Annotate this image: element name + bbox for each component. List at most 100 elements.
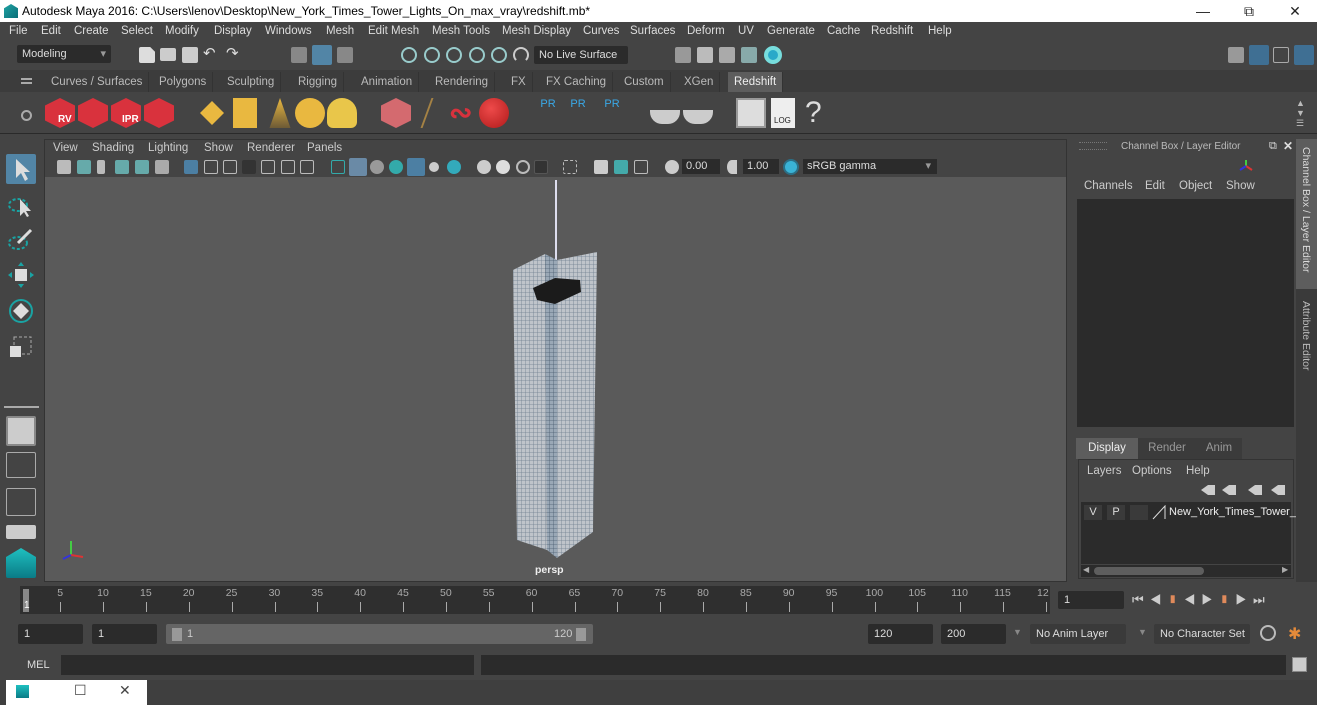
shelf-tab-rigging[interactable]: Rigging bbox=[292, 72, 344, 92]
go-to-end-icon[interactable]: ⏭ bbox=[1253, 592, 1271, 607]
current-frame-field[interactable]: 1 bbox=[1058, 591, 1124, 609]
chevron-down-icon[interactable]: ▼ bbox=[1138, 627, 1147, 637]
layer-color-swatch[interactable] bbox=[1152, 504, 1166, 520]
gamma-field[interactable]: 1.00 bbox=[743, 159, 779, 174]
menu-cache[interactable]: Cache bbox=[827, 25, 860, 37]
layer-name[interactable]: New_York_Times_Tower_ bbox=[1169, 506, 1296, 518]
render-frame-icon[interactable] bbox=[697, 47, 713, 63]
bookmark-icon[interactable] bbox=[97, 160, 105, 174]
menu-mesh-tools[interactable]: Mesh Tools bbox=[432, 25, 490, 37]
safe-action-icon[interactable] bbox=[281, 160, 295, 174]
new-layer-from-selected-icon[interactable] bbox=[1271, 485, 1285, 495]
snap-view-plane-icon[interactable] bbox=[469, 47, 485, 63]
redshift-ipr-icon[interactable]: IPR bbox=[111, 98, 141, 128]
minimize-button[interactable]: — bbox=[1180, 0, 1226, 22]
shelf-settings-icon[interactable] bbox=[21, 110, 32, 121]
help-icon[interactable]: ? bbox=[805, 98, 835, 128]
viewport-menu-lighting[interactable]: Lighting bbox=[148, 142, 188, 154]
mel-label[interactable]: MEL bbox=[27, 659, 50, 671]
move-tool-icon[interactable] bbox=[6, 260, 36, 290]
step-forward-key-icon[interactable]: ▮ bbox=[1219, 592, 1235, 607]
image-plane-icon[interactable] bbox=[115, 160, 129, 174]
hypershade-icon[interactable] bbox=[764, 46, 782, 64]
step-back-key-icon[interactable]: ▮ bbox=[1167, 592, 1183, 607]
step-back-frame-icon[interactable]: ◀ bbox=[1150, 592, 1168, 607]
grease-pencil-icon[interactable] bbox=[155, 160, 169, 174]
menu-curves[interactable]: Curves bbox=[583, 25, 619, 37]
resolution-gate-icon[interactable] bbox=[223, 160, 237, 174]
single-perspective-layout-icon[interactable] bbox=[6, 416, 36, 446]
channel-edit-menu[interactable]: Edit bbox=[1145, 180, 1165, 192]
menu-display[interactable]: Display bbox=[214, 25, 252, 37]
range-start-handle[interactable] bbox=[172, 628, 182, 641]
scroll-left-icon[interactable]: ◀ bbox=[1083, 565, 1089, 574]
side-tab-attribute-editor[interactable]: Attribute Editor bbox=[1296, 297, 1317, 387]
channel-box-toggle-icon[interactable] bbox=[1294, 45, 1314, 65]
persp-graph-layout-icon[interactable] bbox=[6, 525, 36, 539]
rotate-tool-icon[interactable] bbox=[6, 296, 36, 326]
scroll-right-icon[interactable]: ▶ bbox=[1282, 565, 1288, 574]
select-tool-icon[interactable] bbox=[6, 154, 36, 184]
play-forward-icon[interactable]: ▶ bbox=[1201, 592, 1219, 607]
menu-help[interactable]: Help bbox=[928, 25, 952, 37]
paint-select-tool-icon[interactable] bbox=[6, 225, 36, 255]
redshift-volume-icon[interactable]: ∾ bbox=[449, 98, 479, 128]
viewport-menu-view[interactable]: View bbox=[53, 142, 78, 154]
exposure-field[interactable]: 0.00 bbox=[682, 159, 720, 174]
gate-mask-icon[interactable] bbox=[242, 160, 256, 174]
modeling-toolkit-icon[interactable] bbox=[1228, 47, 1244, 63]
redshift-bake-set-icon[interactable] bbox=[683, 110, 713, 124]
field-chart-icon[interactable] bbox=[261, 160, 275, 174]
menu-create[interactable]: Create bbox=[74, 25, 109, 37]
screen-space-ao-icon[interactable] bbox=[477, 160, 491, 174]
auto-key-icon[interactable] bbox=[1260, 625, 1276, 641]
shelf-tab-fx-caching[interactable]: FX Caching bbox=[540, 72, 614, 92]
tower-model[interactable] bbox=[485, 180, 625, 560]
close-button[interactable]: ✕ bbox=[1272, 0, 1317, 22]
layer-display-type-toggle[interactable] bbox=[1130, 505, 1148, 520]
wireframe-icon[interactable] bbox=[331, 160, 345, 174]
animation-start-field[interactable]: 1 bbox=[18, 624, 83, 644]
redshift-material-icon[interactable] bbox=[479, 98, 509, 128]
time-ruler[interactable]: 1 5 10 15 20 25 30 35 40 45 50 55 60 65 70 75 80 85 90 95 1… bbox=[20, 586, 1050, 614]
shelf-tab-xgen[interactable]: XGen bbox=[678, 72, 721, 92]
layer-tab-render[interactable]: Render bbox=[1138, 438, 1196, 459]
float-panel-icon[interactable]: ⧉ bbox=[1269, 140, 1277, 153]
make-live-icon[interactable] bbox=[513, 47, 529, 63]
anim-layer-dropdown[interactable]: No Anim Layer bbox=[1030, 624, 1126, 644]
menu-generate[interactable]: Generate bbox=[767, 25, 815, 37]
render-view-icon[interactable] bbox=[675, 47, 691, 63]
playback-end-field[interactable]: 120 bbox=[868, 624, 933, 644]
viewport-menu-renderer[interactable]: Renderer bbox=[247, 142, 295, 154]
menu-mesh-display[interactable]: Mesh Display bbox=[502, 25, 571, 37]
scrollbar-thumb[interactable] bbox=[1094, 567, 1204, 575]
maximize-icon[interactable]: ☐ bbox=[74, 682, 87, 699]
layer-options-menu[interactable]: Options bbox=[1132, 465, 1172, 477]
animation-preferences-icon[interactable]: ✱ bbox=[1288, 624, 1301, 644]
safe-title-icon[interactable] bbox=[300, 160, 314, 174]
menu-edit[interactable]: Edit bbox=[41, 25, 61, 37]
shelf-scroll-buttons[interactable]: ▲ ▼ ☰ bbox=[1296, 98, 1305, 128]
redshift-render-settings-icon[interactable] bbox=[144, 98, 174, 128]
viewport-menu-show[interactable]: Show bbox=[204, 142, 233, 154]
redshift-render-view-icon[interactable]: RV bbox=[45, 98, 75, 128]
redshift-proxy-icon[interactable] bbox=[381, 98, 411, 128]
redshift-pr-export-icon[interactable]: PR bbox=[563, 98, 593, 128]
scale-tool-icon[interactable] bbox=[6, 332, 36, 362]
save-scene-icon[interactable] bbox=[182, 47, 198, 63]
use-all-lights-icon[interactable] bbox=[429, 162, 439, 172]
snap-grid-icon[interactable] bbox=[401, 47, 417, 63]
depth-of-field-icon[interactable] bbox=[534, 160, 548, 174]
select-object-icon[interactable] bbox=[312, 45, 332, 65]
2d-pan-zoom-icon[interactable] bbox=[135, 160, 149, 174]
attribute-editor-toggle-icon[interactable] bbox=[1249, 45, 1269, 65]
menu-uv[interactable]: UV bbox=[738, 25, 754, 37]
camera-attributes-icon[interactable] bbox=[77, 160, 91, 174]
redshift-hair-icon[interactable] bbox=[408, 98, 434, 128]
layer-tab-anim[interactable]: Anim bbox=[1196, 438, 1242, 459]
shelf-tab-animation[interactable]: Animation bbox=[355, 72, 420, 92]
maya-home-icon[interactable] bbox=[6, 548, 36, 578]
range-slider[interactable]: 1 120 bbox=[166, 624, 593, 644]
xray-icon[interactable] bbox=[594, 160, 608, 174]
four-view-layout-icon[interactable] bbox=[6, 452, 36, 478]
